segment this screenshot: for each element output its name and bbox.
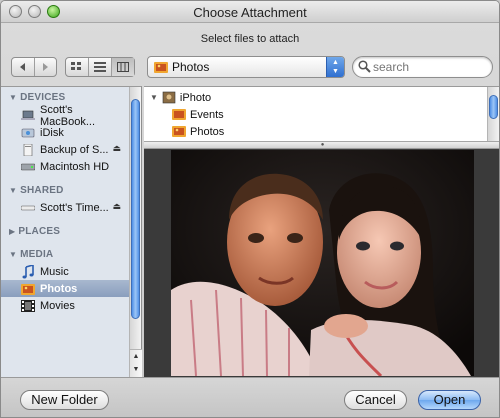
sidebar-section-media[interactable]: ▼ MEDIA xyxy=(9,249,53,260)
history-nav xyxy=(11,57,57,77)
photos-folder-icon xyxy=(154,61,168,76)
list-view-icon xyxy=(94,62,106,72)
sidebar-item-idisk[interactable]: iDisk xyxy=(1,124,129,141)
photos-icon xyxy=(172,125,186,138)
sidebar-section-places[interactable]: ▶ PLACES xyxy=(9,226,60,237)
disclosure-triangle-icon: ▼ xyxy=(9,93,18,102)
sidebar-item-label: Photos xyxy=(40,282,78,295)
browser-row-photos[interactable]: Photos xyxy=(172,123,224,140)
new-folder-button[interactable]: New Folder xyxy=(20,390,109,410)
events-icon xyxy=(172,108,186,121)
dialog-prompt: Select files to attach xyxy=(200,33,300,45)
search-field[interactable] xyxy=(352,56,493,78)
location-label: Photos xyxy=(172,60,210,74)
eject-icon[interactable]: ⏏ xyxy=(112,143,121,154)
sidebar-item-label: Macintosh HD xyxy=(40,160,110,173)
browser-row-label: Events xyxy=(190,108,224,121)
sidebar-item-movies[interactable]: Movies xyxy=(1,297,129,314)
choose-attachment-dialog: Choose Attachment Select files to attach xyxy=(0,0,500,418)
sidebar: ▼ DEVICES Scott's MacBook... iDisk Backup… xyxy=(1,86,142,377)
sidebar-section-devices[interactable]: ▼ DEVICES xyxy=(9,92,65,103)
eject-icon[interactable]: ⏏ xyxy=(112,201,121,212)
forward-button[interactable] xyxy=(35,58,57,76)
photos-icon xyxy=(21,282,35,296)
icon-view-icon xyxy=(71,62,81,70)
column-view-button[interactable] xyxy=(112,58,134,76)
idisk-icon xyxy=(21,126,35,140)
sidebar-item-macbook[interactable]: Scott's MacBook... xyxy=(1,104,129,128)
browser-row-label: iPhoto xyxy=(179,91,212,104)
scroll-arrows-icon[interactable]: ▲ ▼ xyxy=(130,349,142,377)
sidebar-item-label: Scott's Time... xyxy=(40,201,109,214)
file-browser-column: ▼ iPhoto Events Photos xyxy=(144,86,499,141)
music-note-icon xyxy=(21,264,35,279)
back-button[interactable] xyxy=(12,58,35,76)
search-icon xyxy=(358,60,371,76)
sidebar-item-label: iDisk xyxy=(40,126,64,139)
sidebar-item-time-capsule[interactable]: Scott's Time... ⏏ xyxy=(1,199,129,216)
bottom-button-bar: New Folder Cancel Open xyxy=(1,377,499,417)
disclosure-triangle-icon: ▼ xyxy=(150,93,158,102)
film-icon xyxy=(21,299,35,313)
disclosure-triangle-icon: ▼ xyxy=(9,250,18,259)
browser-row-label: Photos xyxy=(190,125,225,138)
photo-preview-pane xyxy=(144,149,499,377)
forward-arrow-icon xyxy=(43,63,49,71)
iphoto-icon xyxy=(162,91,176,104)
icon-view-button[interactable] xyxy=(66,58,89,76)
disclosure-triangle-icon: ▼ xyxy=(9,186,18,195)
sidebar-item-music[interactable]: Music xyxy=(1,263,129,280)
preview-photo xyxy=(171,150,474,376)
window-title: Choose Attachment xyxy=(193,5,307,20)
column-view-icon xyxy=(117,62,129,72)
hard-drive-icon xyxy=(21,160,35,174)
view-mode-control xyxy=(65,57,135,77)
location-popup[interactable]: Photos ▲ ▼ xyxy=(147,56,345,78)
pane-splitter[interactable]: ● xyxy=(144,141,499,149)
sidebar-item-label: Movies xyxy=(40,299,75,312)
browser-row-iphoto[interactable]: ▼ iPhoto xyxy=(150,89,211,106)
disclosure-triangle-icon: ▶ xyxy=(9,227,16,236)
browser-scroll-thumb[interactable] xyxy=(489,95,498,119)
drive-icon xyxy=(21,143,35,157)
browser-scrollbar[interactable] xyxy=(487,87,499,141)
sidebar-item-backup[interactable]: Backup of S... ⏏ xyxy=(1,141,129,158)
open-button[interactable]: Open xyxy=(418,390,481,410)
time-capsule-icon xyxy=(21,201,35,215)
list-view-button[interactable] xyxy=(89,58,112,76)
sidebar-scroll-thumb[interactable] xyxy=(131,99,140,319)
popup-arrows-icon: ▲ ▼ xyxy=(326,57,344,77)
sidebar-item-label: Music xyxy=(40,265,69,278)
cancel-button[interactable]: Cancel xyxy=(344,390,407,410)
sidebar-scrollbar[interactable]: ▲ ▼ xyxy=(129,87,142,377)
sidebar-section-shared[interactable]: ▼ SHARED xyxy=(9,185,64,196)
sidebar-item-macintosh-hd[interactable]: Macintosh HD xyxy=(1,158,129,175)
title-bar: Choose Attachment xyxy=(1,1,499,23)
laptop-icon xyxy=(21,109,35,123)
back-arrow-icon xyxy=(19,63,25,71)
browser-row-events[interactable]: Events xyxy=(172,106,224,123)
search-input[interactable] xyxy=(373,59,485,75)
sidebar-item-label: Backup of S... xyxy=(40,143,109,156)
sidebar-item-photos[interactable]: Photos xyxy=(1,280,129,297)
